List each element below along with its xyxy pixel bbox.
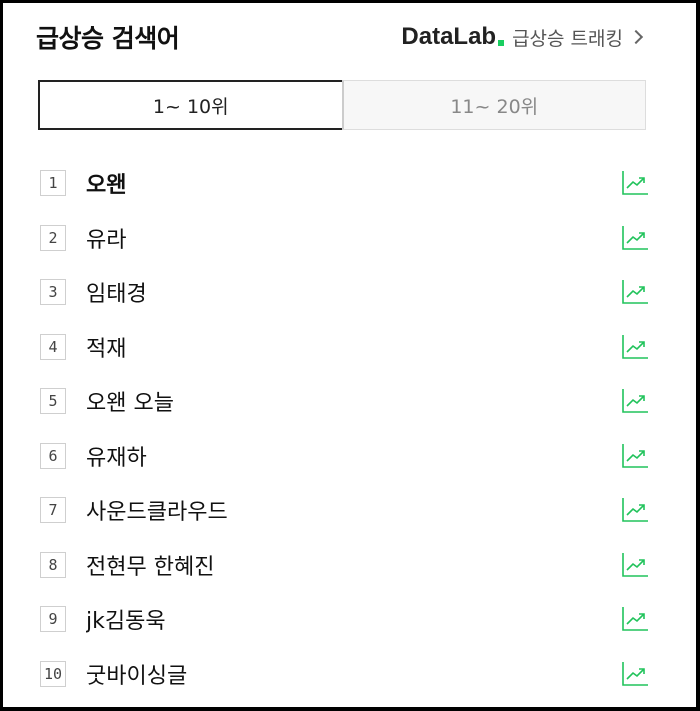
- rank-item-2[interactable]: 2 유라: [40, 211, 653, 266]
- rank-item-8[interactable]: 8 전현무 한혜진: [40, 538, 653, 593]
- datalab-dot-icon: [498, 40, 505, 46]
- panel-header: 급상승 검색어 DataLab 급상승 트래킹: [36, 17, 644, 57]
- trend-chart-icon[interactable]: [619, 276, 651, 308]
- datalab-brand: DataLab: [401, 23, 497, 50]
- datalab-subtitle: 급상승 트래킹: [512, 27, 623, 50]
- trend-chart-icon[interactable]: [619, 494, 651, 526]
- rank-number: 7: [40, 497, 66, 524]
- rank-keyword[interactable]: 임태경: [86, 276, 619, 308]
- rank-item-1[interactable]: 1 오왠: [40, 156, 653, 211]
- panel-title: 급상승 검색어: [36, 24, 180, 53]
- rank-item-4[interactable]: 4 적재: [40, 320, 653, 375]
- rank-number: 5: [40, 388, 66, 415]
- rank-keyword[interactable]: 오왠 오늘: [86, 385, 619, 417]
- rank-keyword[interactable]: 오왠: [86, 167, 619, 199]
- trend-chart-icon[interactable]: [619, 603, 651, 635]
- trend-chart-icon[interactable]: [619, 440, 651, 472]
- chevron-right-icon: [628, 29, 644, 45]
- tab-rank-11-20[interactable]: 11~ 20위: [341, 80, 646, 130]
- rank-number: 3: [40, 279, 66, 306]
- rank-item-7[interactable]: 7 사운드클라우드: [40, 483, 653, 538]
- rank-item-9[interactable]: 9 jk김동욱: [40, 592, 653, 647]
- rank-number: 4: [40, 333, 66, 360]
- rank-keyword[interactable]: 사운드클라우드: [86, 494, 619, 526]
- rank-keyword[interactable]: 유재하: [86, 440, 619, 472]
- trend-chart-icon[interactable]: [619, 385, 651, 417]
- rank-item-3[interactable]: 3 임태경: [40, 265, 653, 320]
- rank-list: 1 오왠 2 유라 3 임태경 4 적재 5 오왠 오늘 6 유재하 7 사운드…: [40, 156, 653, 701]
- trend-chart-icon[interactable]: [619, 658, 651, 690]
- datalab-tracking-link[interactable]: DataLab 급상승 트래킹: [401, 23, 644, 51]
- rank-item-10[interactable]: 10 굿바이싱글: [40, 647, 653, 702]
- trend-chart-icon[interactable]: [619, 549, 651, 581]
- rank-item-6[interactable]: 6 유재하: [40, 429, 653, 484]
- rank-number: 9: [40, 606, 66, 633]
- rank-keyword[interactable]: 굿바이싱글: [86, 658, 619, 690]
- rank-number: 1: [40, 170, 66, 197]
- rank-tabs: 1~ 10위 11~ 20위: [38, 80, 646, 130]
- rank-keyword[interactable]: 전현무 한혜진: [86, 549, 619, 581]
- rank-keyword[interactable]: 적재: [86, 331, 619, 363]
- trend-chart-icon[interactable]: [619, 222, 651, 254]
- rank-number: 8: [40, 551, 66, 578]
- rank-keyword[interactable]: 유라: [86, 222, 619, 254]
- realtime-search-panel: 급상승 검색어 DataLab 급상승 트래킹 1~ 10위 11~ 20위 1…: [0, 0, 700, 711]
- trend-chart-icon[interactable]: [619, 331, 651, 363]
- rank-number: 6: [40, 442, 66, 469]
- tab-rank-1-10[interactable]: 1~ 10위: [38, 80, 342, 130]
- rank-keyword[interactable]: jk김동욱: [86, 603, 619, 635]
- rank-item-5[interactable]: 5 오왠 오늘: [40, 374, 653, 429]
- rank-number: 2: [40, 224, 66, 251]
- trend-chart-icon[interactable]: [619, 167, 651, 199]
- rank-number: 10: [40, 660, 66, 687]
